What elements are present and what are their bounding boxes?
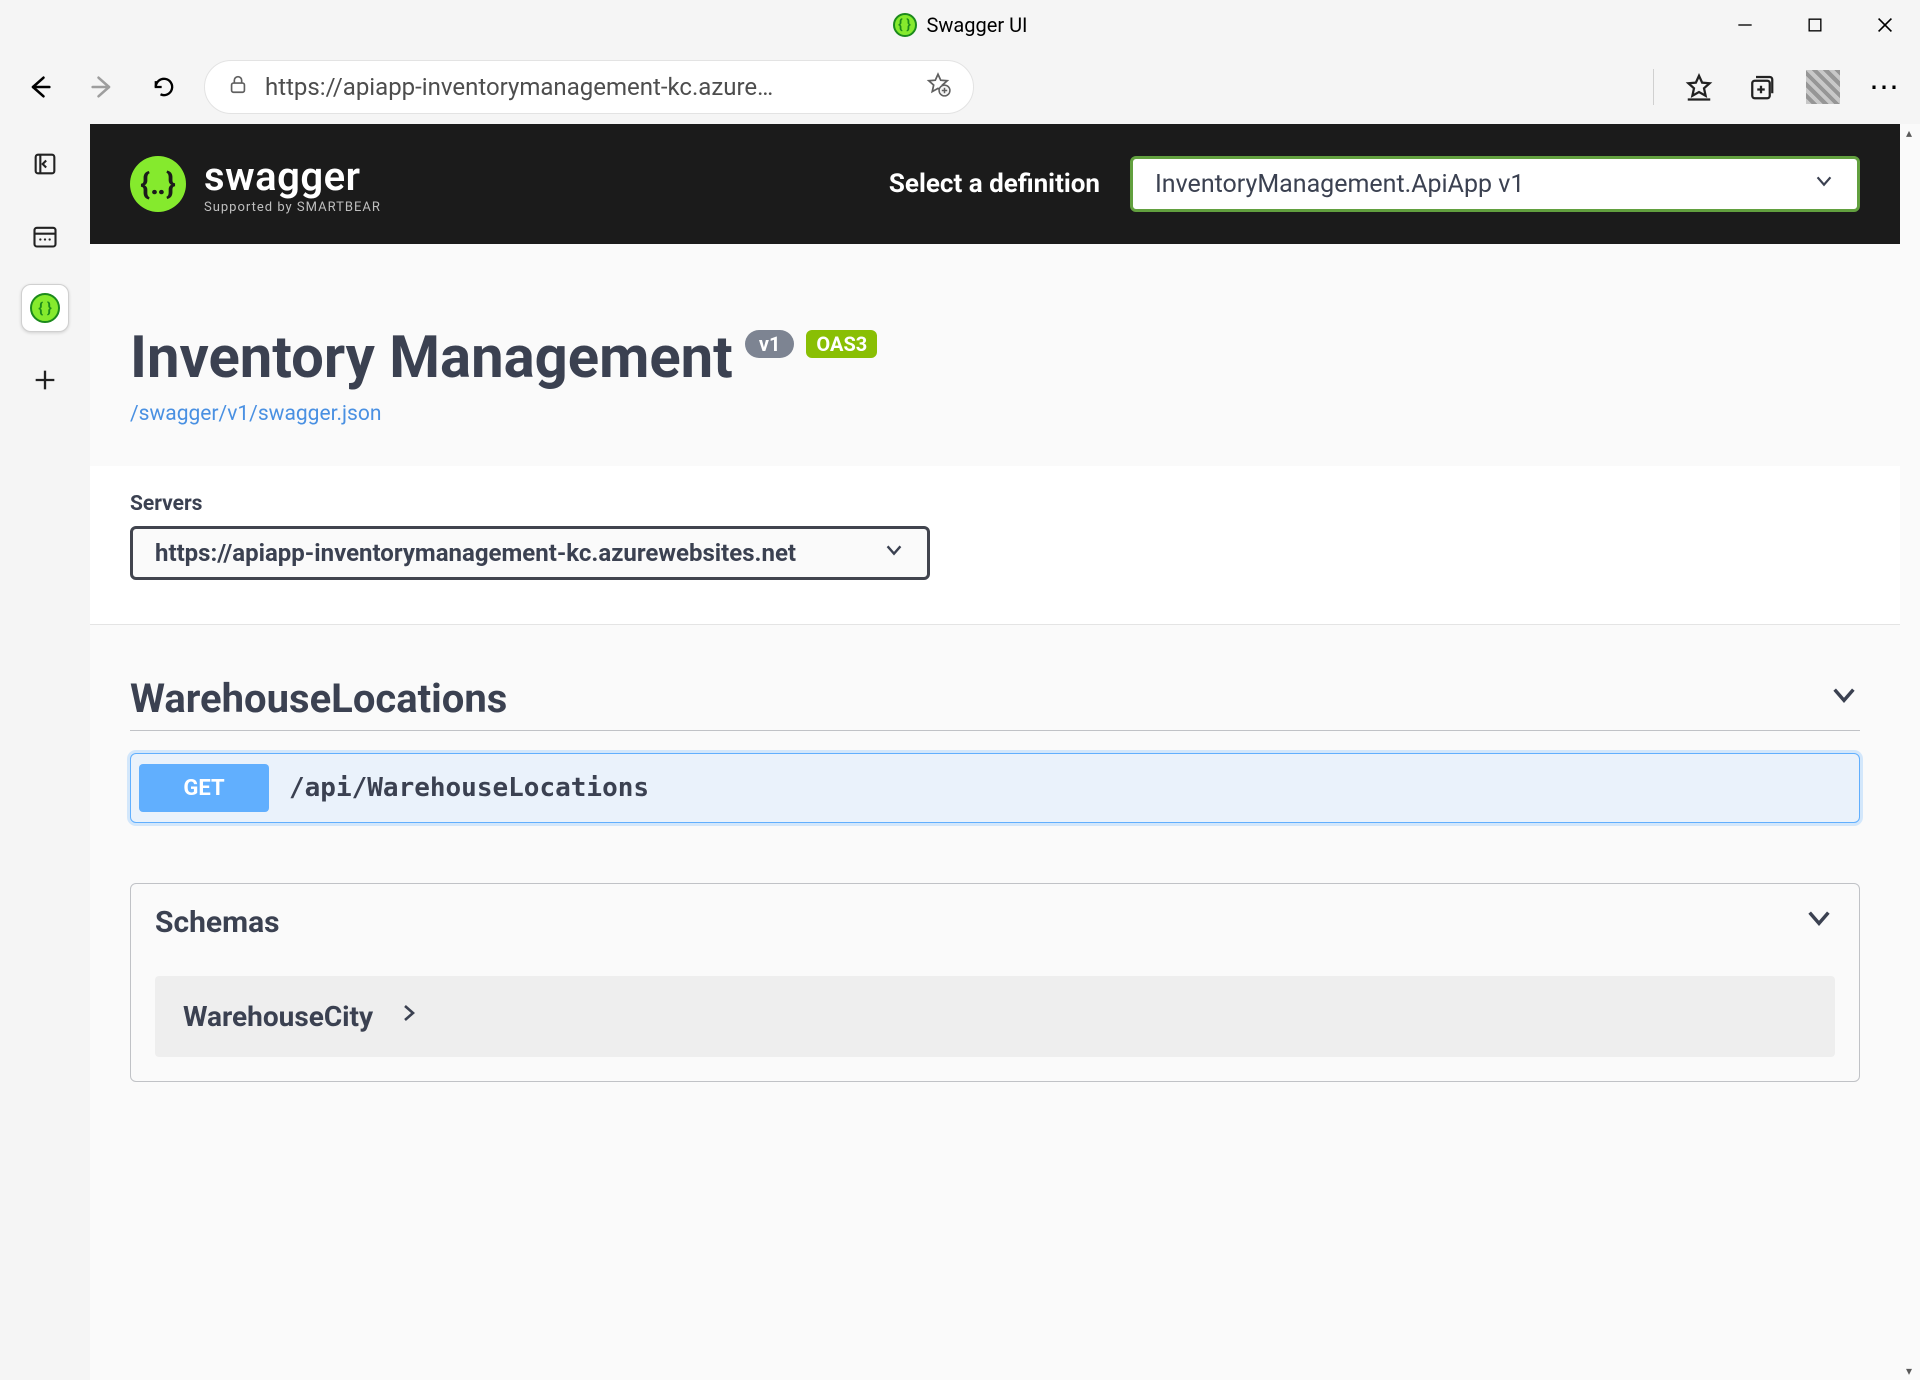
servers-label: Servers <box>130 492 1860 516</box>
chevron-down-icon <box>1828 679 1860 719</box>
favorites-icon[interactable] <box>1682 70 1716 104</box>
schemas-header[interactable]: Schemas <box>131 884 1859 960</box>
oas-badge: OAS3 <box>806 330 877 358</box>
close-button[interactable] <box>1850 0 1920 50</box>
swagger-logo-icon: {‥} <box>130 156 186 212</box>
swagger-json-link[interactable]: /swagger/v1/swagger.json <box>130 402 381 426</box>
vertical-scrollbar[interactable]: ▴ ▾ <box>1900 124 1918 1380</box>
tag-name: WarehouseLocations <box>130 675 507 722</box>
operation-path: /api/WarehouseLocations <box>289 773 649 803</box>
operation-get-warehouselocations[interactable]: GET /api/WarehouseLocations <box>130 753 1860 823</box>
server-selected: https://apiapp-inventorymanagement-kc.az… <box>155 539 796 567</box>
definition-label: Select a definition <box>889 169 1100 199</box>
definition-select[interactable]: InventoryManagement.ApiApp v1 <box>1130 156 1860 212</box>
swagger-supported-by: Supported by SMARTBEAR <box>204 200 381 215</box>
schema-item-warehousecity[interactable]: WarehouseCity <box>155 976 1835 1057</box>
chevron-down-icon <box>883 539 905 567</box>
minimize-button[interactable] <box>1710 0 1780 50</box>
swagger-brand-name: swagger <box>204 153 381 200</box>
toolbar-separator <box>1653 69 1654 105</box>
vertical-tab-1[interactable] <box>21 140 69 188</box>
api-title: Inventory Management <box>130 324 733 392</box>
chevron-down-icon <box>1803 902 1835 942</box>
vertical-tab-swagger[interactable]: { } <box>21 284 69 332</box>
back-button[interactable] <box>18 65 62 109</box>
maximize-button[interactable] <box>1780 0 1850 50</box>
swagger-favicon: { } <box>893 13 917 37</box>
refresh-button[interactable] <box>142 65 186 109</box>
forward-button[interactable] <box>80 65 124 109</box>
address-bar[interactable]: https://apiapp-inventorymanagement-kc.az… <box>204 60 974 114</box>
new-tab-button[interactable] <box>21 356 69 404</box>
chevron-down-icon <box>1813 170 1835 198</box>
http-method-badge: GET <box>139 764 269 812</box>
favorite-add-icon[interactable] <box>925 71 951 103</box>
swagger-icon: { } <box>30 293 60 323</box>
api-version-badge: v1 <box>745 330 795 358</box>
scroll-up-icon[interactable]: ▴ <box>1900 124 1918 142</box>
schema-name: WarehouseCity <box>183 1000 373 1033</box>
chevron-right-icon <box>397 1001 421 1032</box>
schemas-title: Schemas <box>155 905 280 940</box>
collections-icon[interactable] <box>1744 70 1778 104</box>
window-title: Swagger UI <box>927 13 1028 37</box>
server-select[interactable]: https://apiapp-inventorymanagement-kc.az… <box>130 526 930 580</box>
vertical-tab-2[interactable] <box>21 212 69 260</box>
definition-selected: InventoryManagement.ApiApp v1 <box>1155 170 1524 199</box>
more-menu-icon[interactable]: ⋯ <box>1868 70 1902 104</box>
address-url: https://apiapp-inventorymanagement-kc.az… <box>265 73 909 101</box>
scroll-down-icon[interactable]: ▾ <box>1900 1362 1918 1380</box>
lock-icon <box>227 73 249 101</box>
tag-header-warehouselocations[interactable]: WarehouseLocations <box>130 675 1860 731</box>
profile-avatar[interactable] <box>1806 70 1840 104</box>
